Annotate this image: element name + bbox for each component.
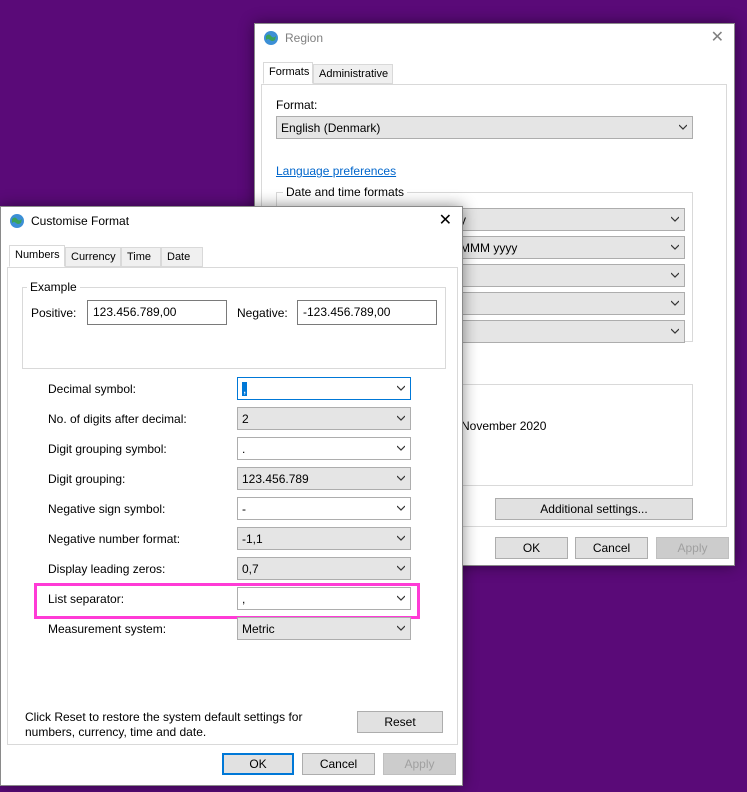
positive-example-field: 123.456.789,00 [87,300,227,325]
chevron-down-icon [671,272,679,278]
digit-grouping-label: Digit grouping: [48,472,126,486]
short-date-select[interactable]: y [455,208,685,231]
globe-icon [10,214,24,228]
example-date-partial: November 2020 [461,419,547,433]
chevron-down-icon [397,445,405,451]
positive-label: Positive: [31,306,77,320]
format-value: English (Denmark) [281,121,381,135]
digits-after-decimal-label: No. of digits after decimal: [48,412,187,426]
tab-administrative[interactable]: Administrative [313,64,393,84]
close-icon[interactable]: ✕ [439,210,452,230]
chevron-down-icon [397,565,405,571]
negative-number-format-label: Negative number format: [48,532,181,546]
negative-example-field: -123.456.789,00 [297,300,437,325]
globe-icon [264,31,278,45]
digit-grouping-select[interactable]: 123.456.789 [237,467,411,490]
reset-button[interactable]: Reset [357,711,443,733]
chevron-down-icon [397,535,405,541]
chevron-down-icon [671,300,679,306]
long-time-select[interactable] [455,292,685,315]
negative-number-format-select[interactable]: -1,1 [237,527,411,550]
chevron-down-icon [671,244,679,250]
measurement-system-label: Measurement system: [48,622,167,636]
format-label: Format: [276,98,318,112]
region-titlebar: Region ✕ [255,24,734,54]
negative-sign-symbol-label: Negative sign symbol: [48,502,166,516]
negative-sign-symbol-select[interactable]: - [237,497,411,520]
region-apply-button[interactable]: Apply [656,537,729,559]
tab-currency[interactable]: Currency [65,247,121,267]
chevron-down-icon [397,385,405,391]
format-select[interactable]: English (Denmark) [276,116,693,139]
chevron-down-icon [397,625,405,631]
customise-cancel-button[interactable]: Cancel [302,753,375,775]
tab-numbers[interactable]: Numbers [9,245,65,267]
customise-apply-button[interactable]: Apply [383,753,456,775]
region-ok-button[interactable]: OK [495,537,568,559]
customise-format-window: Customise Format ✕ Numbers Currency Time… [0,206,463,786]
tab-formats[interactable]: Formats [263,62,313,84]
chevron-down-icon [671,328,679,334]
customise-tabstrip: Numbers Currency Time Date [7,245,457,269]
decimal-symbol-value: , [242,382,248,396]
short-time-select[interactable] [455,264,685,287]
reset-note: Click Reset to restore the system defaul… [25,710,303,739]
customise-title: Customise Format [31,214,130,228]
decimal-symbol-label: Decimal symbol: [48,382,137,396]
digits-after-decimal-select[interactable]: 2 [237,407,411,430]
digit-grouping-symbol-select[interactable]: . [237,437,411,460]
language-preferences-link[interactable]: Language preferences [276,164,396,178]
list-separator-highlight [34,583,420,619]
customise-ok-button[interactable]: OK [222,753,294,775]
digit-grouping-symbol-label: Digit grouping symbol: [48,442,167,456]
tab-time[interactable]: Time [121,247,161,267]
additional-settings-button[interactable]: Additional settings... [495,498,693,520]
example-group-label: Example [27,280,80,294]
chevron-down-icon [397,415,405,421]
chevron-down-icon [397,475,405,481]
date-time-group-label: Date and time formats [283,185,408,199]
long-date-select[interactable]: MMM yyyy [455,236,685,259]
region-cancel-button[interactable]: Cancel [575,537,648,559]
first-day-select[interactable] [455,320,685,343]
close-icon[interactable]: ✕ [711,27,724,47]
chevron-down-icon [671,216,679,222]
region-tabstrip: Formats Administrative [261,62,731,86]
negative-label: Negative: [237,306,288,320]
chevron-down-icon [679,124,687,130]
chevron-down-icon [397,505,405,511]
display-leading-zeros-label: Display leading zeros: [48,562,166,576]
region-title: Region [285,31,324,45]
decimal-symbol-select[interactable]: , [237,377,411,400]
customise-titlebar: Customise Format ✕ [1,207,462,237]
measurement-system-select[interactable]: Metric [237,617,411,640]
tab-date[interactable]: Date [161,247,203,267]
display-leading-zeros-select[interactable]: 0,7 [237,557,411,580]
